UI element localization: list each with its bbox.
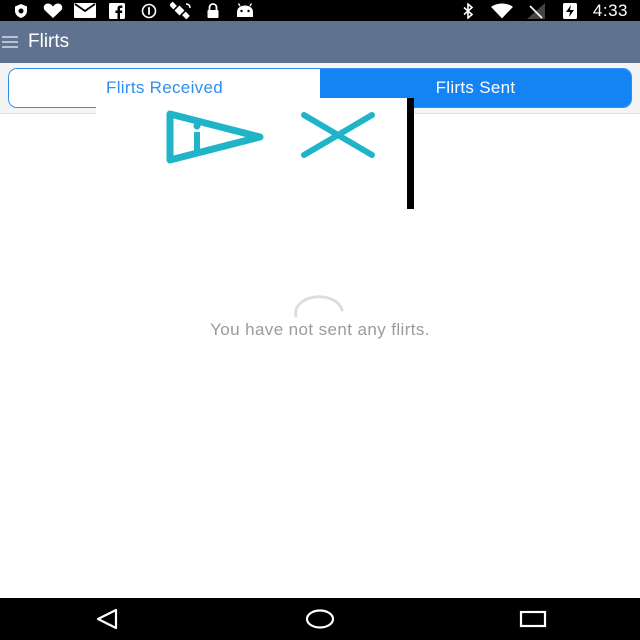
ad-overlay — [96, 98, 414, 209]
satellite-icon — [170, 1, 192, 19]
back-icon[interactable] — [77, 598, 137, 640]
hamburger-icon — [2, 36, 18, 48]
app-bar: Flirts — [0, 21, 640, 63]
info-icon — [138, 3, 160, 19]
battery-charging-icon — [559, 2, 581, 19]
lock-icon — [202, 2, 224, 19]
ad-close-icon[interactable] — [300, 112, 376, 163]
recents-icon[interactable] — [503, 598, 563, 640]
ad-edge-bar — [407, 98, 414, 209]
mail-icon — [74, 3, 96, 19]
navigation-bar — [0, 598, 640, 640]
android-icon — [234, 2, 256, 19]
facebook-icon — [106, 2, 128, 19]
heart-icon — [42, 3, 64, 19]
shield-icon — [10, 3, 32, 19]
page-title: Flirts — [28, 31, 70, 52]
status-bar: 4:33 — [0, 0, 640, 21]
empty-state-message: You have not sent any flirts. — [210, 320, 430, 339]
wifi-icon — [490, 2, 513, 19]
ad-play-icon[interactable] — [164, 110, 264, 169]
notification-icons — [0, 1, 256, 19]
bluetooth-icon — [457, 2, 479, 19]
no-signal-icon — [525, 2, 547, 19]
home-icon[interactable] — [290, 598, 350, 640]
status-time: 4:33 — [592, 0, 628, 20]
system-icons: 4:33 — [457, 1, 640, 21]
menu-button[interactable] — [0, 34, 20, 50]
